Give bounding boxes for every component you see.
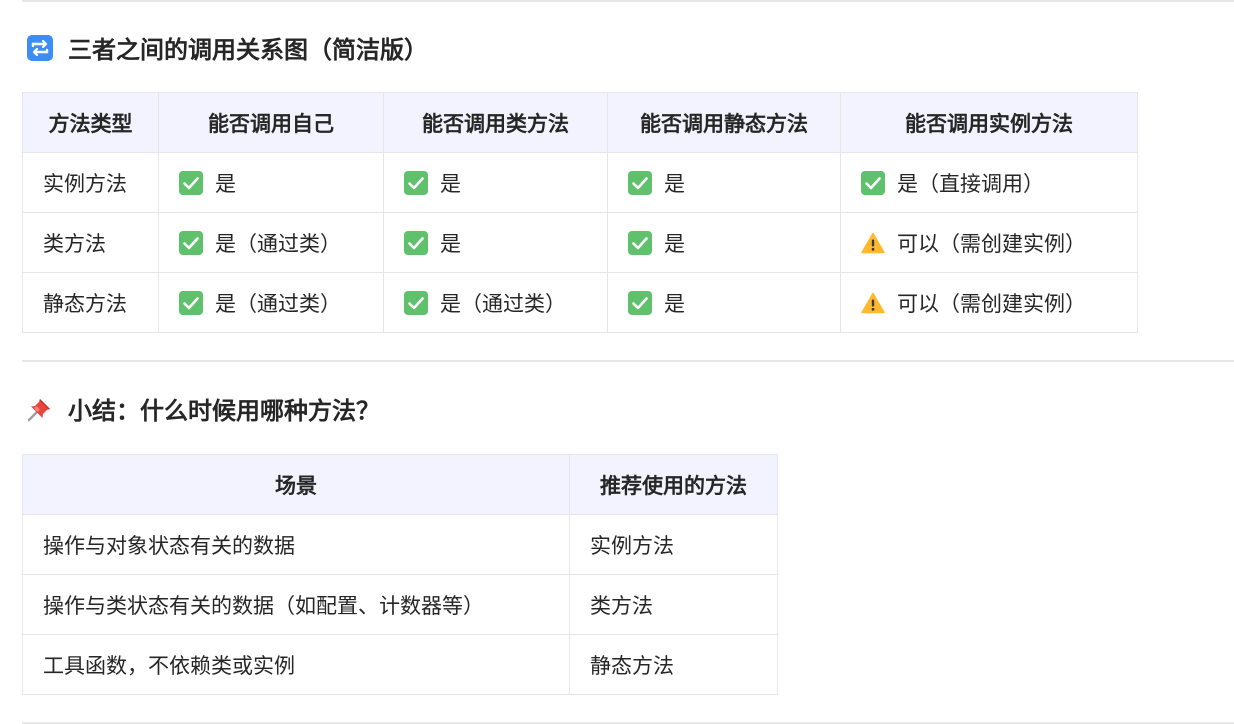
table-row: 操作与类状态有关的数据（如配置、计数器等） 类方法 <box>22 574 778 635</box>
table-row: 类方法 是（通过类） 是 是 可以（需创建实例） <box>22 212 1138 273</box>
section-title: 小结：什么时候用哪种方法？ <box>68 397 380 425</box>
cell-text: 是 <box>664 231 685 256</box>
table-cell: 是 <box>383 152 608 213</box>
cell-text: 是（直接调用） <box>897 171 1044 196</box>
column-header: 能否调用实例方法 <box>840 92 1138 153</box>
table-cell: 是（直接调用） <box>840 152 1138 213</box>
check-mark-icon <box>404 170 428 195</box>
column-header: 场景 <box>22 454 570 515</box>
pushpin-icon <box>26 395 54 423</box>
cell-text: 是 <box>664 171 685 196</box>
row-label: 类方法 <box>22 212 159 273</box>
table-row: 操作与对象状态有关的数据 实例方法 <box>22 514 778 575</box>
cell-text: 是 <box>440 171 461 196</box>
column-header: 推荐使用的方法 <box>569 454 778 515</box>
check-mark-icon <box>861 170 885 195</box>
table-cell: 是（通过类） <box>158 272 384 333</box>
section-title: 三者之间的调用关系图（简洁版） <box>68 36 428 64</box>
table-cell: 是 <box>607 152 841 213</box>
check-mark-icon <box>628 230 652 255</box>
scenario-cell: 操作与类状态有关的数据（如配置、计数器等） <box>22 574 570 635</box>
cell-text: 是 <box>440 231 461 256</box>
cell-text: 是 <box>664 291 685 316</box>
check-mark-icon <box>404 290 428 315</box>
table-header-row: 方法类型 能否调用自己 能否调用类方法 能否调用静态方法 能否调用实例方法 <box>22 92 1138 153</box>
warning-icon <box>861 231 885 255</box>
check-mark-icon <box>628 170 652 195</box>
table-cell: 是（通过类） <box>158 212 384 273</box>
cell-text: 是 <box>215 171 236 196</box>
recommended-method-cell: 静态方法 <box>569 634 778 695</box>
row-label: 实例方法 <box>22 152 159 213</box>
table-cell: 可以（需创建实例） <box>840 212 1138 273</box>
cell-text: 可以（需创建实例） <box>897 291 1086 316</box>
recommended-method-cell: 类方法 <box>569 574 778 635</box>
check-mark-icon <box>628 290 652 315</box>
column-header: 能否调用类方法 <box>383 92 608 153</box>
call-relation-table: 方法类型 能否调用自己 能否调用类方法 能否调用静态方法 能否调用实例方法 实例… <box>22 92 1138 333</box>
table-row: 实例方法 是 是 是 是（直接调用） <box>22 152 1138 213</box>
cell-text: 是（通过类） <box>215 231 341 256</box>
table-cell: 是 <box>383 212 608 273</box>
table-cell: 可以（需创建实例） <box>840 272 1138 333</box>
column-header: 方法类型 <box>22 92 159 153</box>
section-heading-summary: 小结：什么时候用哪种方法？ <box>26 391 380 426</box>
check-mark-icon <box>179 290 203 315</box>
table-header-row: 场景 推荐使用的方法 <box>22 454 778 515</box>
table-cell: 是 <box>607 212 841 273</box>
column-header: 能否调用静态方法 <box>607 92 841 153</box>
cell-text: 是（通过类） <box>215 291 341 316</box>
check-mark-icon <box>179 230 203 255</box>
scenario-cell: 工具函数，不依赖类或实例 <box>22 634 570 695</box>
check-mark-icon <box>404 230 428 255</box>
repeat-arrows-icon <box>26 34 54 62</box>
column-header: 能否调用自己 <box>158 92 384 153</box>
scenario-cell: 操作与对象状态有关的数据 <box>22 514 570 575</box>
check-mark-icon <box>179 170 203 195</box>
recommended-method-cell: 实例方法 <box>569 514 778 575</box>
table-row: 静态方法 是（通过类） 是（通过类） 是 可以（需创建实例） <box>22 272 1138 333</box>
table-cell: 是 <box>607 272 841 333</box>
row-label: 静态方法 <box>22 272 159 333</box>
summary-table: 场景 推荐使用的方法 操作与对象状态有关的数据 实例方法 操作与类状态有关的数据（如… <box>22 454 778 695</box>
section-heading-relations: 三者之间的调用关系图（简洁版） <box>26 30 428 65</box>
table-cell: 是（通过类） <box>383 272 608 333</box>
table-row: 工具函数，不依赖类或实例 静态方法 <box>22 634 778 695</box>
cell-text: 可以（需创建实例） <box>897 231 1086 256</box>
cell-text: 是（通过类） <box>440 291 566 316</box>
middle-divider <box>22 360 1234 362</box>
table-cell: 是 <box>158 152 384 213</box>
top-divider <box>22 0 1234 2</box>
warning-icon <box>861 291 885 315</box>
